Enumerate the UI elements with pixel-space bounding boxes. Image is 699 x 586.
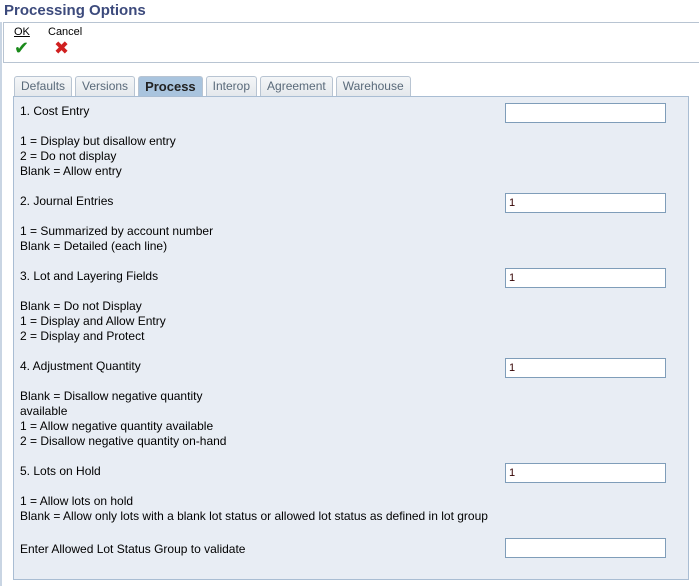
journal-entries-input[interactable] (505, 193, 666, 213)
option-help: 2 = Disallow negative quantity on-hand (20, 434, 227, 448)
process-panel: 1. Cost Entry 1 = Display but disallow e… (13, 96, 689, 580)
option-help: 2 = Do not display (20, 149, 117, 163)
cancel-button[interactable]: Cancel ✖ (48, 26, 82, 57)
x-icon: ✖ (54, 38, 70, 58)
option-help: available (20, 404, 68, 418)
option-label: 4. Adjustment Quantity (20, 359, 141, 373)
option-help: Blank = Detailed (each line) (20, 239, 168, 253)
tab-agreement[interactable]: Agreement (260, 76, 333, 96)
option-help: 1 = Allow lots on hold (20, 494, 134, 508)
ok-button[interactable]: OK ✔ (14, 26, 30, 57)
adjustment-quantity-input[interactable] (505, 358, 666, 378)
option-help: Blank = Allow only lots with a blank lot… (20, 509, 488, 523)
option-label: 1. Cost Entry (20, 104, 90, 118)
tab-versions[interactable]: Versions (75, 76, 136, 96)
tab-process[interactable]: Process (138, 76, 203, 96)
lot-layering-input[interactable] (505, 268, 666, 288)
tab-defaults[interactable]: Defaults (14, 76, 73, 96)
tab-warehouse[interactable]: Warehouse (335, 76, 411, 96)
option-label: 2. Journal Entries (20, 194, 114, 208)
option-label: 5. Lots on Hold (20, 464, 101, 478)
left-border (0, 22, 2, 586)
option-help: Blank = Disallow negative quantity (20, 389, 203, 403)
option-help: Blank = Allow entry (20, 164, 122, 178)
option-help: 2 = Display and Protect (20, 329, 145, 343)
lot-status-group-input[interactable] (505, 538, 666, 558)
ok-label: OK (14, 26, 30, 38)
toolbar: OK ✔ Cancel ✖ (3, 22, 699, 63)
cost-entry-input[interactable] (505, 103, 666, 123)
option-label: Enter Allowed Lot Status Group to valida… (20, 542, 246, 556)
check-icon: ✔ (14, 38, 30, 58)
tab-bar: Defaults Versions Process Interop Agreem… (14, 76, 411, 96)
option-help: 1 = Display and Allow Entry (20, 314, 166, 328)
option-help: Blank = Do not Display (20, 299, 142, 313)
page-title: Processing Options (4, 2, 146, 19)
option-help: 1 = Allow negative quantity available (20, 419, 214, 433)
option-help: 1 = Summarized by account number (20, 224, 214, 238)
option-label: 3. Lot and Layering Fields (20, 269, 159, 283)
lots-on-hold-input[interactable] (505, 463, 666, 483)
option-help: 1 = Display but disallow entry (20, 134, 176, 148)
tab-interop[interactable]: Interop (205, 76, 258, 96)
cancel-label: Cancel (48, 26, 83, 38)
